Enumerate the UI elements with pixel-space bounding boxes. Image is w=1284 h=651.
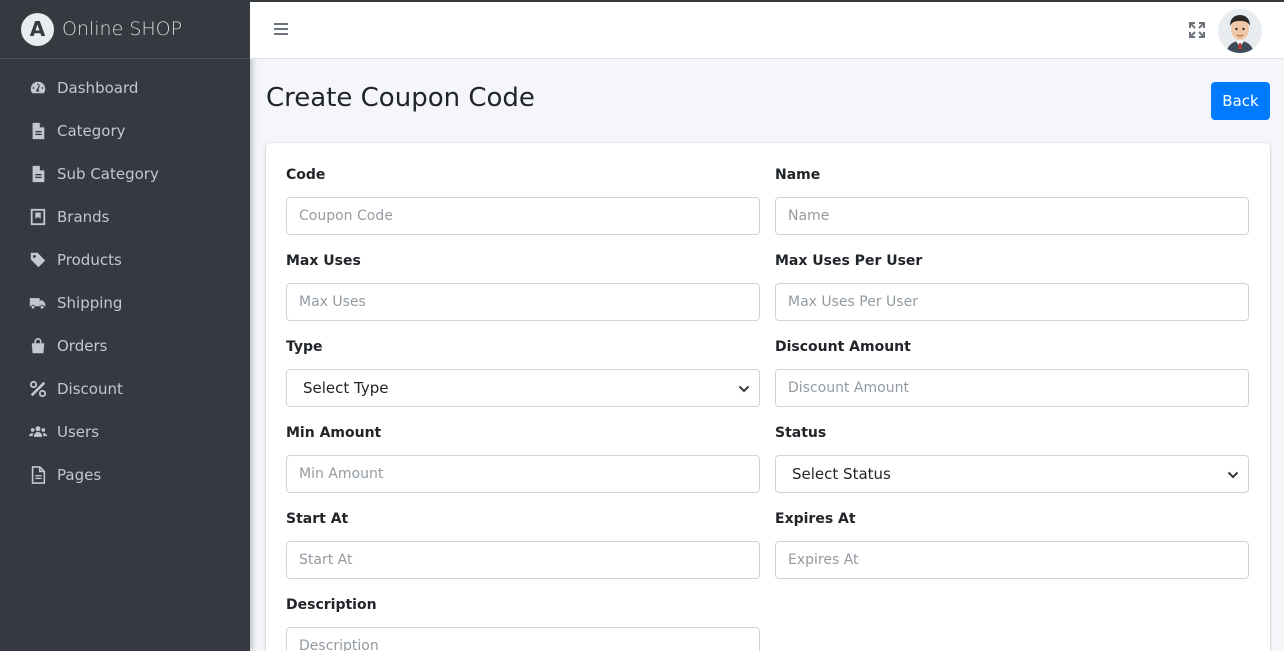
- sidebar-item-label: Sub Category: [57, 164, 159, 183]
- sidebar-item-label: Dashboard: [57, 78, 139, 97]
- min-amount-input[interactable]: [286, 455, 760, 493]
- max-uses-user-input[interactable]: [775, 283, 1249, 321]
- sidebar-item-label: Orders: [57, 336, 108, 355]
- code-input[interactable]: [286, 197, 760, 235]
- min-amount-label: Min Amount: [286, 425, 382, 441]
- type-label: Type: [286, 339, 323, 355]
- sidebar-item-pages[interactable]: Pages: [0, 453, 250, 496]
- expires-at-field-group: Expires At: [775, 509, 1249, 579]
- users-icon: [27, 422, 49, 442]
- sidebar-item-label: Brands: [57, 207, 110, 226]
- status-select-value: Select Status: [792, 465, 891, 483]
- max-uses-user-field-group: Max Uses Per User: [775, 251, 1249, 321]
- brand-link[interactable]: A Online SHOP: [0, 0, 250, 59]
- hamburger-icon[interactable]: [272, 21, 290, 37]
- expires-at-label: Expires At: [775, 511, 856, 527]
- sidebar: A Online SHOP Dashboard Category Sub Cat…: [0, 0, 250, 651]
- book-icon: [27, 207, 49, 227]
- expand-icon[interactable]: [1188, 21, 1206, 39]
- type-field-group: Type Select Type: [286, 337, 760, 407]
- sidebar-item-orders[interactable]: Orders: [0, 324, 250, 367]
- sidebar-item-label: Products: [57, 250, 122, 269]
- brand-logo: A: [21, 12, 54, 46]
- user-avatar[interactable]: [1218, 9, 1262, 53]
- tachometer-icon: [27, 78, 49, 98]
- truck-icon: [27, 293, 49, 313]
- sidebar-item-label: Discount: [57, 379, 123, 398]
- sidebar-nav: Dashboard Category Sub Category Brands P…: [0, 66, 250, 496]
- file-alt-icon: [27, 465, 49, 485]
- sidebar-item-brands[interactable]: Brands: [0, 195, 250, 238]
- start-at-label: Start At: [286, 511, 349, 527]
- type-select-value: Select Type: [303, 379, 389, 397]
- sidebar-item-category[interactable]: Category: [0, 109, 250, 152]
- code-field-group: Code: [286, 165, 760, 235]
- page-title: Create Coupon Code: [266, 83, 535, 113]
- percent-icon: [27, 379, 49, 399]
- brand-name: Online SHOP: [62, 18, 183, 40]
- start-at-input[interactable]: [286, 541, 760, 579]
- discount-amount-label: Discount Amount: [775, 339, 911, 355]
- sidebar-item-discount[interactable]: Discount: [0, 367, 250, 410]
- sidebar-item-dashboard[interactable]: Dashboard: [0, 66, 250, 109]
- description-label: Description: [286, 597, 377, 613]
- brand-logo-letter: A: [29, 17, 46, 41]
- sidebar-item-users[interactable]: Users: [0, 410, 250, 453]
- description-field-group: Description: [286, 595, 760, 651]
- file-icon: [27, 121, 49, 141]
- description-input[interactable]: [286, 627, 760, 651]
- coupon-form-card: Code Name Max Uses Max Uses Per User Typ…: [266, 143, 1270, 651]
- sidebar-item-sub-category[interactable]: Sub Category: [0, 152, 250, 195]
- shopping-bag-icon: [27, 336, 49, 356]
- name-input[interactable]: [775, 197, 1249, 235]
- max-uses-label: Max Uses: [286, 253, 361, 269]
- expires-at-input[interactable]: [775, 541, 1249, 579]
- max-uses-input[interactable]: [286, 283, 760, 321]
- discount-amount-input[interactable]: [775, 369, 1249, 407]
- min-amount-field-group: Min Amount: [286, 423, 760, 493]
- sidebar-item-shipping[interactable]: Shipping: [0, 281, 250, 324]
- name-label: Name: [775, 167, 821, 183]
- back-button[interactable]: Back: [1211, 82, 1270, 120]
- sidebar-item-products[interactable]: Products: [0, 238, 250, 281]
- chevron-down-icon: [738, 385, 750, 393]
- max-uses-field-group: Max Uses: [286, 251, 760, 321]
- name-field-group: Name: [775, 165, 1249, 235]
- chevron-down-icon: [1227, 471, 1239, 479]
- main-content: Create Coupon Code Back Code Name Max Us…: [250, 59, 1284, 651]
- top-border: [0, 0, 1284, 2]
- max-uses-user-label: Max Uses Per User: [775, 253, 923, 269]
- sidebar-item-label: Category: [57, 121, 126, 140]
- sidebar-item-label: Pages: [57, 465, 102, 484]
- start-at-field-group: Start At: [286, 509, 760, 579]
- status-label: Status: [775, 425, 827, 441]
- tag-icon: [27, 250, 49, 270]
- discount-amount-field-group: Discount Amount: [775, 337, 1249, 407]
- type-select[interactable]: Select Type: [286, 369, 760, 407]
- top-navbar: [250, 2, 1284, 59]
- file-icon: [27, 164, 49, 184]
- status-select[interactable]: Select Status: [775, 455, 1249, 493]
- status-field-group: Status Select Status: [775, 423, 1249, 493]
- code-label: Code: [286, 167, 326, 183]
- sidebar-item-label: Shipping: [57, 293, 123, 312]
- sidebar-item-label: Users: [57, 422, 100, 441]
